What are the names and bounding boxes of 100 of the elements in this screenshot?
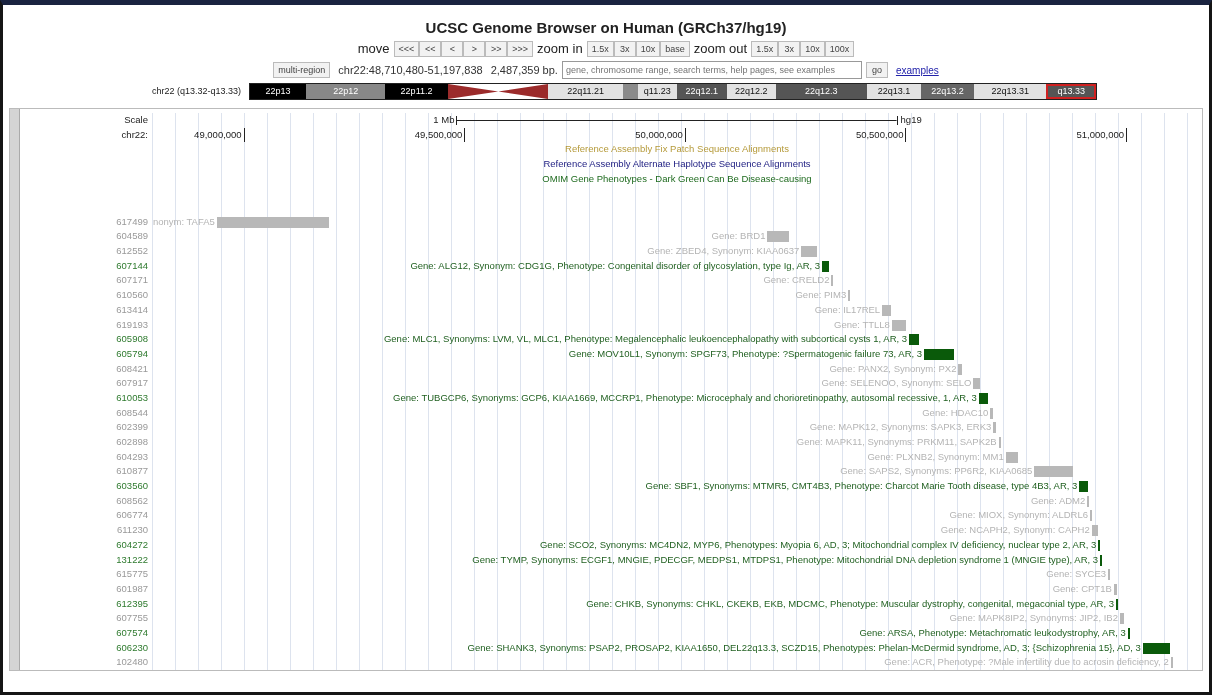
zoom-in-button[interactable]: 1.5x (586, 41, 614, 57)
zoom-in-button[interactable]: 10x (635, 41, 661, 57)
gene-bar[interactable] (1098, 539, 1101, 551)
gene-label[interactable]: Gene: MLC1, Synonyms: LVM, VL, MLC1, Phenotype: Megalencephalic leukoencephalopathy with subcortical cysts 1, AR, 3 (383, 332, 910, 347)
move-button[interactable]: << (419, 41, 442, 57)
move-button[interactable]: > (463, 41, 486, 57)
gene-bar[interactable] (1100, 554, 1103, 566)
gene-label[interactable]: Gene: ARSA, Phenotype: Metachromatic leukodystrophy, AR, 3 (859, 625, 1128, 641)
position-text: chr22:48,710,480-51,197,838 (338, 62, 483, 78)
gene-bar[interactable] (1142, 642, 1170, 654)
omim-id-label: 102480 (116, 656, 148, 668)
omim-id-label: 608562 (116, 494, 148, 506)
scale-label: Scale (124, 114, 148, 125)
zoom-in-button[interactable]: 3x (613, 41, 636, 57)
chromosome-band[interactable]: q13.33 (1046, 84, 1096, 99)
gene-bar[interactable] (1115, 598, 1119, 610)
search-field[interactable]: gene, chromosome range, search terms, help pages, see examples (561, 61, 862, 79)
multi-region-button[interactable]: multi-region (273, 62, 331, 78)
gene-bar[interactable] (1079, 481, 1089, 493)
omim-id-label: 602399 (116, 421, 148, 433)
move-button[interactable]: < (441, 41, 464, 57)
gene-label[interactable]: Gene: ALG12, Synonym: CDG1G, Phenotype: Congenital disorder of glycosylation, type Ig, AR, 3 (410, 258, 823, 274)
gene-label[interactable]: Gene: SBF1, Synonyms: MTMR5, CMT4B3, Phenotype: Charcot Marie Tooth disease, type 4B3, AR, 3 (645, 479, 1080, 494)
zoom-in-label: zoom in (537, 41, 583, 57)
omim-id-label: 604293 (116, 450, 148, 462)
chromosome-position-label: chr22: (121, 128, 148, 140)
omim-id-label: 613414 (116, 303, 148, 315)
gene-label[interactable]: Gene: SHANK3, Synonyms: PSAP2, PROSAP2, KIAA1650, DEL22q13.3, SCZD15, Phenotypes: Phelan-McDermid syndrome, AD, 3; {Schizophrenia 15}, AD, 3 (467, 640, 1143, 656)
move-button[interactable]: >> (485, 41, 508, 57)
chromosome-ideogram[interactable]: 22p13 22p12 22p11.2 22q11.21 q11.23 22q12.1 22q12.2 22q12.3 22q13.1 22q13.2 22q13.31 q13.33 (249, 83, 1097, 100)
position-tick-label: 51,000,000 (1076, 127, 1127, 143)
omim-id-label: 607144 (116, 259, 148, 271)
gene-label[interactable]: Gene: MOV10L1, Synonym: SPGF73, Phenotype: ?Spermatogenic failure 73, AR, 3 (568, 346, 925, 362)
zoom-out-button[interactable]: 3x (778, 41, 801, 57)
chromosome-band[interactable]: 22q12.1 (677, 84, 727, 99)
gene-label[interactable]: Gene: SCO2, Synonyms: MC4DN2, MYP6, Phenotypes: Myopia 6, AD, 3; Mitochondrial complex IV deficiency, nuclear type 2, AR, 3 (539, 537, 1099, 553)
chromosome-band[interactable]: 22q12.2 (726, 84, 776, 99)
zoom-in-button[interactable]: base (660, 41, 690, 57)
assembly-label: hg19 (900, 113, 923, 127)
omim-id-label: 131222 (116, 553, 148, 565)
omim-id-label: 607917 (116, 377, 148, 389)
omim-id-label: 606230 (116, 641, 148, 653)
position-tick-label: 49,500,000 (414, 127, 466, 143)
omim-id-label: 605794 (116, 347, 148, 359)
gene-bar[interactable] (978, 392, 989, 404)
gene-bar[interactable] (924, 348, 954, 360)
chromosome-band[interactable]: q11.23 (637, 84, 678, 99)
chromosome-band[interactable]: 22q13.2 (921, 84, 974, 99)
chromosome-band[interactable]: 22q13.31 (973, 84, 1047, 99)
move-button[interactable]: >>> (507, 41, 534, 57)
omim-id-label: 617499 (116, 215, 148, 227)
omim-id-label: 603560 (116, 480, 148, 492)
omim-id-label: 602898 (116, 436, 148, 447)
page-title: UCSC Genome Browser on Human (GRCh37/hg19) (425, 19, 787, 37)
omim-id-label: 610877 (116, 465, 148, 477)
chromosome-band[interactable]: 22q12.3 (776, 84, 867, 99)
gene-bar[interactable] (909, 334, 919, 346)
chromosome-band[interactable]: 22p12 (306, 84, 386, 99)
omim-id-label: 610560 (116, 289, 148, 301)
size-text: 2,487,359 bp. (490, 62, 558, 78)
move-label: move (357, 41, 390, 57)
zoom-out-button[interactable]: 100x (824, 41, 855, 57)
omim-id-label: 601987 (116, 582, 148, 594)
track-title[interactable]: Reference Assembly Alternate Haplotype Sequence Alignments (543, 157, 811, 172)
chromosome-band[interactable]: 22p13 (250, 84, 307, 99)
omim-id-label: 608544 (116, 406, 148, 418)
position-tick-label: 50,000,000 (635, 127, 686, 143)
omim-id-label: 608421 (116, 362, 148, 374)
omim-id-label: 612395 (116, 597, 148, 609)
go-button[interactable]: go (865, 62, 888, 78)
omim-id-label: 604272 (116, 538, 148, 550)
omim-id-label: 615775 (116, 568, 148, 580)
track-title[interactable]: OMIM Gene Phenotypes - Dark Green Can Be Disease-causing (542, 171, 812, 187)
gene-label[interactable]: Gene: TYMP, Synonyms: ECGF1, MNGIE, PDECGF, MEDPS1, MTDPS1, Phenotype: Mitochondrial DNA depletion syndrome 1 (MNGIE type), AR, 3 (472, 552, 1101, 568)
omim-id-label: 612552 (116, 245, 148, 257)
omim-id-label: 607574 (116, 626, 148, 638)
gene-bar[interactable] (822, 260, 830, 272)
chromosome-band[interactable]: 22q13.1 (866, 84, 922, 99)
gene-label[interactable]: Gene: CHKB, Synonyms: CHKL, CKEKB, EKB, MDCMC, Phenotype: Muscular dystrophy, congenital, megaconial type, AR, 3 (586, 596, 1116, 612)
omim-id-label: 605908 (116, 333, 148, 345)
gene-label[interactable]: Gene: TUBGCP6, Synonyms: GCP6, KIAA1669, MCCRP1, Phenotype: Microcephaly and chorioretinopathy, autosomal recessive, 1, AR, 3 (393, 390, 979, 406)
zoom-out-button[interactable]: 10x (800, 41, 825, 57)
position-tick-label: 49,000,000 (194, 127, 245, 143)
omim-id-label: 607755 (116, 612, 148, 624)
chromosome-label: chr22 (q13.32-q13.33) (150, 84, 241, 98)
gene-bar[interactable] (1127, 627, 1131, 639)
position-tick-label: 50,500,000 (855, 127, 907, 143)
zoom-out-label: zoom out (693, 41, 748, 57)
omim-id-label: 604589 (116, 230, 148, 242)
zoom-out-button[interactable]: 1.5x (751, 41, 779, 57)
examples-link[interactable]: examples (895, 62, 939, 78)
omim-id-label: 606774 (116, 509, 148, 521)
omim-id-label: 619193 (116, 318, 148, 330)
omim-id-label: 611230 (117, 524, 148, 536)
omim-id-label: 607171 (116, 274, 148, 286)
chromosome-band[interactable]: 22q11.21 (548, 84, 623, 99)
track-side-handle[interactable] (10, 109, 20, 670)
move-button[interactable]: <<< (393, 41, 420, 57)
scale-bar-label: 1 Mb (433, 113, 456, 127)
chromosome-band[interactable]: 22p11.2 (385, 84, 448, 99)
